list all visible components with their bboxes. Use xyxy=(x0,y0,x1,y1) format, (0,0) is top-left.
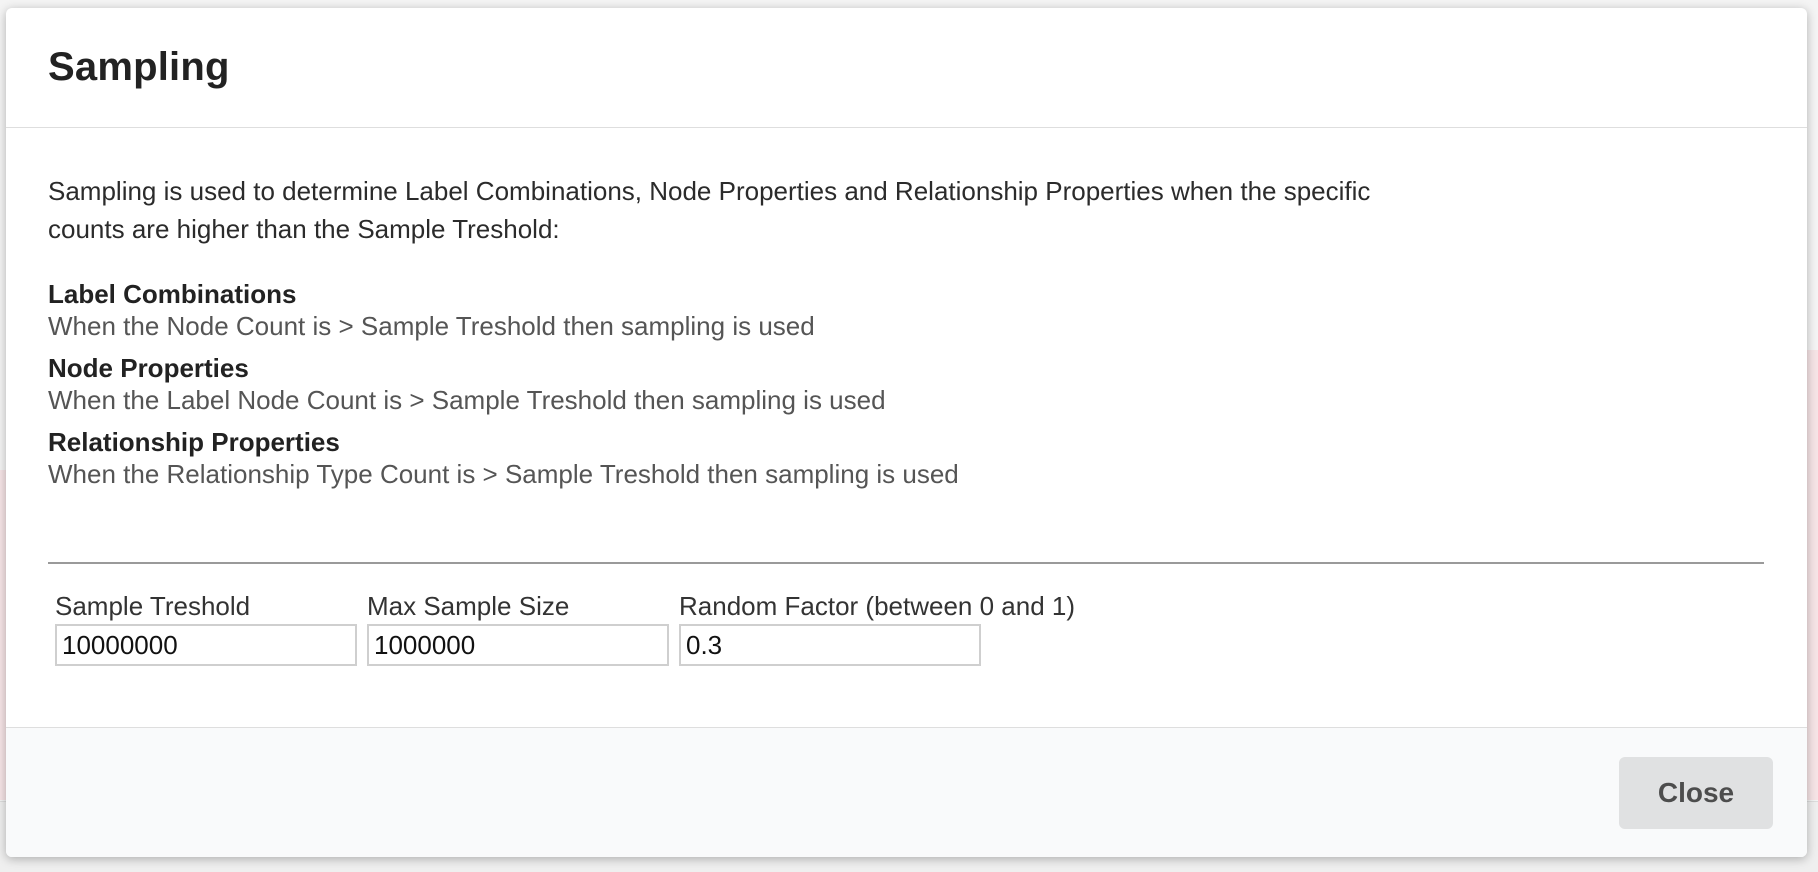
max-sample-size-input[interactable] xyxy=(367,624,669,666)
random-factor-field: Random Factor (between 0 and 1) xyxy=(679,590,1075,666)
max-sample-size-label: Max Sample Size xyxy=(367,591,570,621)
rule-title: Relationship Properties xyxy=(48,427,340,457)
sample-treshold-field: Sample Treshold xyxy=(55,590,357,666)
rule-node-properties: Node Properties When the Label Node Coun… xyxy=(48,352,1765,416)
modal-title: Sampling xyxy=(48,45,230,89)
sample-treshold-label: Sample Treshold xyxy=(55,591,251,621)
rule-relationship-properties: Relationship Properties When the Relatio… xyxy=(48,426,1765,490)
random-factor-label: Random Factor (between 0 and 1) xyxy=(679,591,1075,621)
sample-treshold-input[interactable] xyxy=(55,624,357,666)
max-sample-size-field: Max Sample Size xyxy=(367,590,669,666)
modal-footer: Close xyxy=(6,727,1807,857)
sampling-modal: Sampling Sampling is used to determine L… xyxy=(6,8,1807,857)
modal-header: Sampling xyxy=(6,8,1807,128)
section-divider xyxy=(48,562,1764,564)
intro-text: Sampling is used to determine Label Comb… xyxy=(48,176,1371,244)
background-panel-right xyxy=(1806,350,1818,800)
modal-body: Sampling is used to determine Label Comb… xyxy=(6,128,1807,727)
close-button[interactable]: Close xyxy=(1619,757,1773,829)
rule-title: Label Combinations xyxy=(48,279,297,309)
rule-label-combinations: Label Combinations When the Node Count i… xyxy=(48,278,1765,342)
rule-description: When the Relationship Type Count is > Sa… xyxy=(48,459,959,489)
rule-title: Node Properties xyxy=(48,353,249,383)
random-factor-input[interactable] xyxy=(679,624,981,666)
rule-description: When the Node Count is > Sample Treshold… xyxy=(48,311,815,341)
rule-description: When the Label Node Count is > Sample Tr… xyxy=(48,385,886,415)
sampling-fields: Sample Treshold Max Sample Size Random F… xyxy=(48,590,1765,666)
